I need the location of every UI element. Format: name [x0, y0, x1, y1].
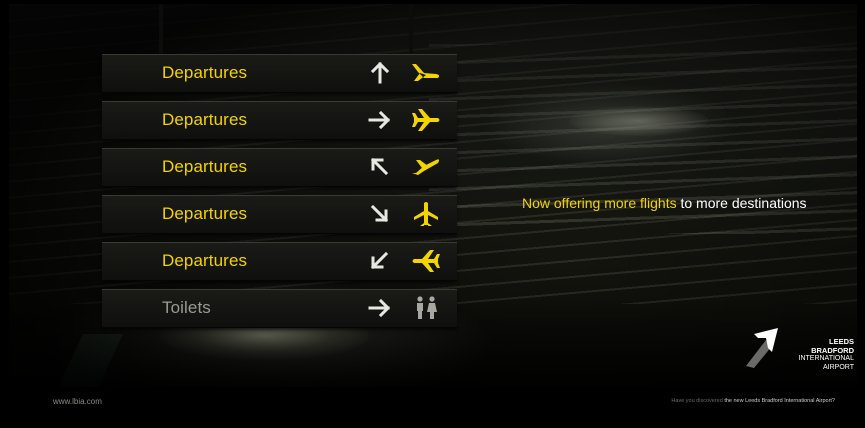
sign-cable-left	[159, 4, 163, 54]
sign-label: Departures	[162, 63, 248, 82]
arrow-down-left-icon	[370, 251, 389, 270]
footer-bar: www.lbia.com Have you discovered the new…	[0, 387, 865, 428]
sign-label: Departures	[162, 157, 248, 176]
sign-label: Departures	[162, 204, 248, 223]
arrow-down-right-icon	[370, 204, 389, 223]
arrow-right-icon	[368, 298, 391, 318]
arrow-right-icon	[368, 110, 391, 130]
sign-row: Departures	[102, 148, 457, 187]
footer-note-emphasis: the new Leeds Bradford International Air…	[724, 398, 835, 404]
logo-line-international: INTERNATIONAL	[798, 355, 855, 362]
advertisement-frame: Departures Departures Departures Departu…	[0, 0, 865, 428]
plane-landing-icon	[412, 159, 440, 175]
logo-line-airport: AIRPORT	[823, 363, 854, 371]
logo-line-bradford: BRADFORD	[811, 345, 854, 355]
sign-label: Departures	[162, 110, 248, 129]
tagline: Now offering more flights to more destin…	[522, 195, 807, 211]
airport-logo: LEEDS BRADFORD INTERNATIONAL AIRPORT	[744, 322, 854, 382]
sign-label: Toilets	[162, 298, 211, 317]
arrow-up-left-icon	[370, 157, 389, 176]
arrow-up-icon	[370, 61, 390, 84]
tagline-highlight: Now offering more flights	[522, 195, 677, 211]
sign-row: Departures	[102, 101, 457, 140]
plane-right-icon	[412, 109, 440, 131]
sign-row: Toilets	[102, 289, 457, 328]
sign-row: Departures	[102, 54, 457, 93]
plane-left-icon	[412, 250, 440, 272]
plane-departure-icon	[412, 64, 440, 81]
footer-note: Have you discovered the new Leeds Bradfo…	[671, 398, 835, 404]
sign-cable-right	[409, 4, 413, 54]
plane-up-icon	[414, 202, 438, 226]
sign-row: Departures	[102, 195, 457, 234]
sign-row: Departures	[102, 242, 457, 281]
footer-note-prefix: Have you discovered	[671, 398, 725, 404]
terminal-photo: Departures Departures Departures Departu…	[9, 4, 857, 387]
sign-label: Departures	[162, 251, 248, 270]
toilets-icon	[417, 296, 437, 319]
website-link[interactable]: www.lbia.com	[53, 397, 102, 406]
logo-mark-icon	[746, 328, 778, 368]
directional-sign: Departures Departures Departures Departu…	[102, 54, 457, 336]
logo-text: LEEDS BRADFORD INTERNATIONAL AIRPORT	[784, 337, 855, 372]
tagline-rest: to more destinations	[676, 195, 807, 211]
